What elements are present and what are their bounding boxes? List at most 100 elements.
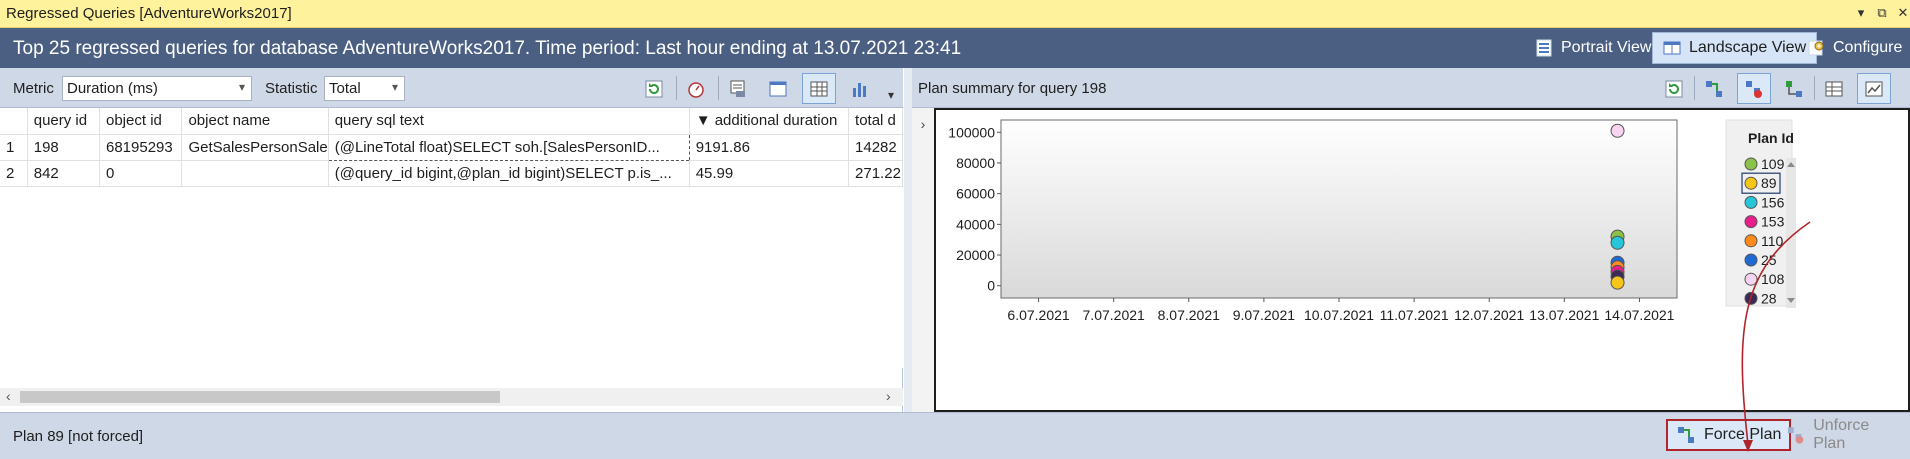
y-tick-label: 40000 — [956, 216, 995, 232]
pane-splitter[interactable] — [904, 68, 912, 412]
unforce-plan-icon — [1787, 427, 1804, 444]
object-id-cell[interactable]: 68195293 — [99, 134, 183, 161]
bar-chart-icon — [853, 82, 866, 97]
window-menu-button[interactable]: ▾ — [1850, 3, 1872, 23]
legend-item-153[interactable]: 153 — [1761, 214, 1785, 230]
legend-item-110[interactable]: 110 — [1761, 233, 1784, 249]
column-header-total-duration[interactable]: total d — [848, 108, 903, 135]
chevron-down-icon: ▾ — [391, 80, 398, 94]
legend-item-156[interactable]: 156 — [1761, 194, 1785, 210]
legend-scrollbar[interactable] — [1786, 158, 1796, 308]
window-title: Regressed Queries [AdventureWorks2017] — [6, 5, 292, 22]
object-name-cell[interactable]: GetSalesPersonSale — [181, 134, 329, 161]
horizontal-scrollbar[interactable]: ‹ › — [0, 388, 903, 406]
plan-point-156[interactable] — [1610, 235, 1625, 250]
compare-plans-button[interactable] — [1777, 73, 1811, 104]
statistic-dropdown[interactable]: Total ▾ — [324, 76, 405, 101]
queries-pane: Metric Duration (ms) ▾ Statistic Total ▾ — [0, 68, 903, 412]
legend-swatch-25[interactable] — [1744, 253, 1758, 267]
report-title: Top 25 regressed queries for database Ad… — [13, 38, 962, 59]
x-tick-label: 12.07.2021 — [1454, 307, 1524, 323]
force-plan-icon — [1678, 427, 1694, 443]
status-bar: Plan 89 [not forced] Force Plan Unforce … — [0, 412, 1910, 459]
column-header-object-name[interactable]: object name — [181, 108, 329, 135]
landscape-view-button[interactable]: Landscape View — [1652, 32, 1818, 64]
plan-status-text: Plan 89 [not forced] — [13, 428, 144, 445]
legend-swatch-110[interactable] — [1744, 234, 1758, 248]
total-duration-cell[interactable]: 271.22 — [848, 160, 903, 187]
table-icon — [810, 81, 828, 96]
legend-swatch-28[interactable] — [1744, 291, 1758, 305]
table-row[interactable]: 1 198 68195293 GetSalesPersonSale (@Line… — [0, 133, 903, 161]
legend-item-25[interactable]: 25 — [1761, 252, 1777, 268]
portrait-view-button[interactable]: Portrait View — [1524, 32, 1662, 64]
plan-summary-pane: Plan summary for query 198 › 100000 8000… — [912, 68, 1910, 412]
force-plan-button[interactable]: Force Plan — [1666, 419, 1792, 451]
column-header-query-id[interactable]: query id — [27, 108, 101, 135]
window-title-bar: Regressed Queries [AdventureWorks2017] ▾… — [0, 0, 1910, 28]
additional-duration-cell[interactable]: 9191.86 — [689, 134, 850, 161]
column-header[interactable] — [0, 108, 28, 135]
query-sql-text-cell[interactable]: (@query_id bigint,@plan_id bigint)SELECT… — [328, 160, 690, 187]
x-tick-label: 13.07.2021 — [1529, 307, 1599, 323]
scroll-left-icon[interactable]: ‹ — [6, 388, 11, 404]
plan-refresh-button[interactable] — [1657, 73, 1691, 104]
refresh-icon — [645, 80, 663, 97]
refresh-icon — [1665, 80, 1683, 97]
additional-duration-cell[interactable]: 45.99 — [689, 160, 850, 187]
close-button[interactable]: ✕ — [1892, 3, 1910, 23]
query-id-cell[interactable]: 842 — [27, 160, 101, 187]
grid-header-row: query id object id object name query sql… — [0, 108, 903, 135]
metric-dropdown[interactable]: Duration (ms) ▾ — [62, 76, 252, 101]
legend-item-108[interactable]: 108 — [1761, 271, 1785, 287]
configure-icon — [1808, 40, 1824, 56]
column-header-object-id[interactable]: object id — [99, 108, 183, 135]
legend-item-109[interactable]: 109 — [1761, 156, 1785, 172]
grid-detail-button[interactable] — [802, 73, 836, 104]
legend-item-89[interactable]: 89 — [1761, 175, 1777, 191]
scrollbar-thumb[interactable] — [20, 391, 500, 403]
legend-swatch-108[interactable] — [1744, 272, 1758, 286]
refresh-button[interactable] — [637, 73, 671, 104]
restore-button[interactable]: ⧉ — [1871, 3, 1893, 23]
toolbar-overflow-button[interactable]: ▾ — [881, 73, 901, 104]
unforce-plan-button[interactable]: Unforce Plan — [1778, 417, 1910, 452]
statistic-value: Total — [329, 80, 361, 97]
x-tick-label: 8.07.2021 — [1158, 307, 1220, 323]
toolbar-force-plan-button[interactable] — [1697, 73, 1731, 104]
legend-swatch-109[interactable] — [1744, 157, 1758, 171]
scroll-right-icon[interactable]: › — [886, 388, 891, 404]
chart-icon — [1865, 81, 1883, 96]
metric-value: Duration (ms) — [67, 80, 158, 97]
grid-view-button[interactable] — [761, 73, 795, 104]
legend-item-28[interactable]: 28 — [1761, 290, 1777, 306]
configure-button[interactable]: Configure — [1796, 32, 1910, 64]
query-sql-text-cell[interactable]: (@LineTotal float)SELECT soh.[SalesPerso… — [327, 133, 690, 161]
total-duration-cell[interactable]: 14282 — [848, 134, 903, 161]
y-tick-label: 20000 — [956, 247, 995, 263]
x-tick-label: 6.07.2021 — [1007, 307, 1069, 323]
legend-swatch-89[interactable] — [1744, 176, 1758, 190]
row-number: 1 — [0, 134, 28, 161]
view-query-button[interactable] — [721, 73, 755, 104]
compare-plans-icon — [1786, 80, 1802, 97]
plot-area — [1000, 119, 1678, 299]
plan-chart-view-button[interactable] — [1857, 73, 1891, 104]
object-name-cell[interactable] — [181, 160, 329, 187]
toolbar-unforce-plan-button[interactable] — [1737, 73, 1771, 104]
legend-title: Plan Id — [1748, 130, 1794, 146]
plan-point-89[interactable] — [1610, 275, 1625, 290]
column-header-query-sql-text[interactable]: query sql text — [328, 108, 690, 135]
object-id-cell[interactable]: 0 — [99, 160, 183, 187]
table-row[interactable]: 2 842 0 (@query_id bigint,@plan_id bigin… — [0, 160, 903, 187]
track-query-button[interactable] — [679, 73, 713, 104]
query-id-cell[interactable]: 198 — [27, 134, 101, 161]
collapse-panel-button[interactable]: › — [912, 108, 934, 412]
legend-swatch-156[interactable] — [1744, 195, 1758, 209]
plan-grid-view-button[interactable] — [1817, 73, 1851, 104]
column-header-additional-duration[interactable]: ▼ additional duration — [689, 108, 850, 135]
plan-point-108[interactable] — [1610, 123, 1625, 138]
legend-swatch-153[interactable] — [1744, 215, 1758, 229]
chart-view-button[interactable] — [843, 73, 877, 104]
toolbar-divider — [718, 76, 719, 100]
